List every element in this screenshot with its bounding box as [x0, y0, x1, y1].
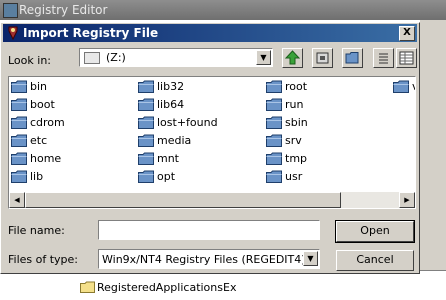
folder-name: lib32 [157, 80, 185, 93]
open-button[interactable]: Open [335, 220, 415, 243]
file-list[interactable]: bin boot cdrom etc home lib lib32 lib64 lost+fou… [8, 76, 416, 209]
folder-name: boot [30, 98, 55, 111]
horizontal-scrollbar[interactable]: ◀ ▶ [9, 192, 415, 208]
folder-icon [266, 116, 282, 134]
look-in-dropdown[interactable]: (Z:) ▼ [79, 48, 273, 67]
folder-icon [138, 98, 154, 116]
folder-name: lib64 [157, 98, 185, 111]
up-folder-icon [284, 50, 301, 65]
scroll-thumb[interactable] [25, 192, 341, 208]
list-view-icon [379, 53, 388, 64]
look-in-value: (Z:) [106, 51, 126, 64]
registry-editor-titlebar: Registry Editor [0, 0, 446, 20]
folder-icon [266, 134, 282, 152]
folder-icon [11, 152, 27, 170]
registry-editor-title: Registry Editor [19, 3, 108, 17]
folder-name: run [285, 98, 304, 111]
folder-name: sbin [285, 116, 308, 129]
folder-icon [138, 170, 154, 188]
folder-name: bin [30, 80, 48, 93]
new-folder-button[interactable] [342, 48, 363, 68]
folder-name: media [157, 134, 192, 147]
folder-icon [11, 170, 27, 188]
close-button[interactable]: X [399, 26, 415, 41]
details-view-icon [399, 51, 414, 65]
file-name-label: File name: [8, 224, 65, 237]
folder-icon [11, 134, 27, 152]
folder-name: etc [30, 134, 48, 147]
folder-icon [11, 98, 27, 116]
scroll-right-button[interactable]: ▶ [399, 192, 415, 208]
up-folder-button[interactable] [282, 48, 303, 68]
folder-name: root [285, 80, 308, 93]
folder-icon [266, 170, 282, 188]
files-of-type-label: Files of type: [8, 253, 79, 266]
desktop-button[interactable] [312, 48, 333, 68]
folder-icon [138, 116, 154, 134]
folder-icon [266, 98, 282, 116]
folder-name: cdrom [30, 116, 65, 129]
registry-tree: RegisteredApplicationsEx [0, 270, 446, 300]
look-in-label: Look in: [8, 54, 51, 67]
file-name-input[interactable] [98, 220, 320, 240]
folder-name: mnt [157, 152, 179, 165]
drive-icon [84, 52, 100, 64]
folder-icon [11, 80, 27, 98]
chevron-down-icon[interactable]: ▼ [256, 50, 271, 65]
folder-name: lib [30, 170, 44, 183]
folder-name: v [412, 79, 415, 95]
dialog-titlebar[interactable]: Import Registry File X [3, 24, 417, 42]
desktop-icon [316, 52, 329, 64]
folder-icon [138, 80, 154, 98]
folder-icon [266, 80, 282, 98]
registry-editor-icon [3, 3, 18, 18]
registry-import-icon [6, 26, 20, 45]
chevron-down-icon[interactable]: ▼ [303, 251, 318, 266]
files-of-type-value: Win9x/NT4 Registry Files (REGEDIT4) [102, 253, 306, 266]
scroll-left-button[interactable]: ◀ [9, 192, 25, 208]
folder-name: tmp [285, 152, 308, 165]
folder-icon [266, 152, 282, 170]
cancel-button[interactable]: Cancel [336, 250, 414, 271]
folder-name: home [30, 152, 62, 165]
details-view-button[interactable] [396, 48, 417, 68]
folder-name: lost+found [157, 116, 218, 129]
folder-name: srv [285, 134, 302, 147]
folder-icon [393, 80, 409, 98]
files-of-type-dropdown[interactable]: Win9x/NT4 Registry Files (REGEDIT4) ▼ [98, 249, 320, 269]
folder-name: opt [157, 170, 176, 183]
list-view-button[interactable] [373, 48, 394, 68]
folder-name: usr [285, 170, 303, 183]
import-registry-dialog: Import Registry File X Look in: (Z:) ▼ b… [0, 22, 420, 274]
folder-icon [138, 152, 154, 170]
new-folder-icon [345, 52, 359, 64]
dialog-title: Import Registry File [23, 26, 159, 40]
tree-item-registered-applications-ex[interactable]: RegisteredApplicationsEx [97, 281, 236, 294]
folder-icon [80, 281, 95, 296]
folder-icon [11, 116, 27, 134]
folder-icon [138, 134, 154, 152]
registry-editor-side [420, 20, 446, 299]
